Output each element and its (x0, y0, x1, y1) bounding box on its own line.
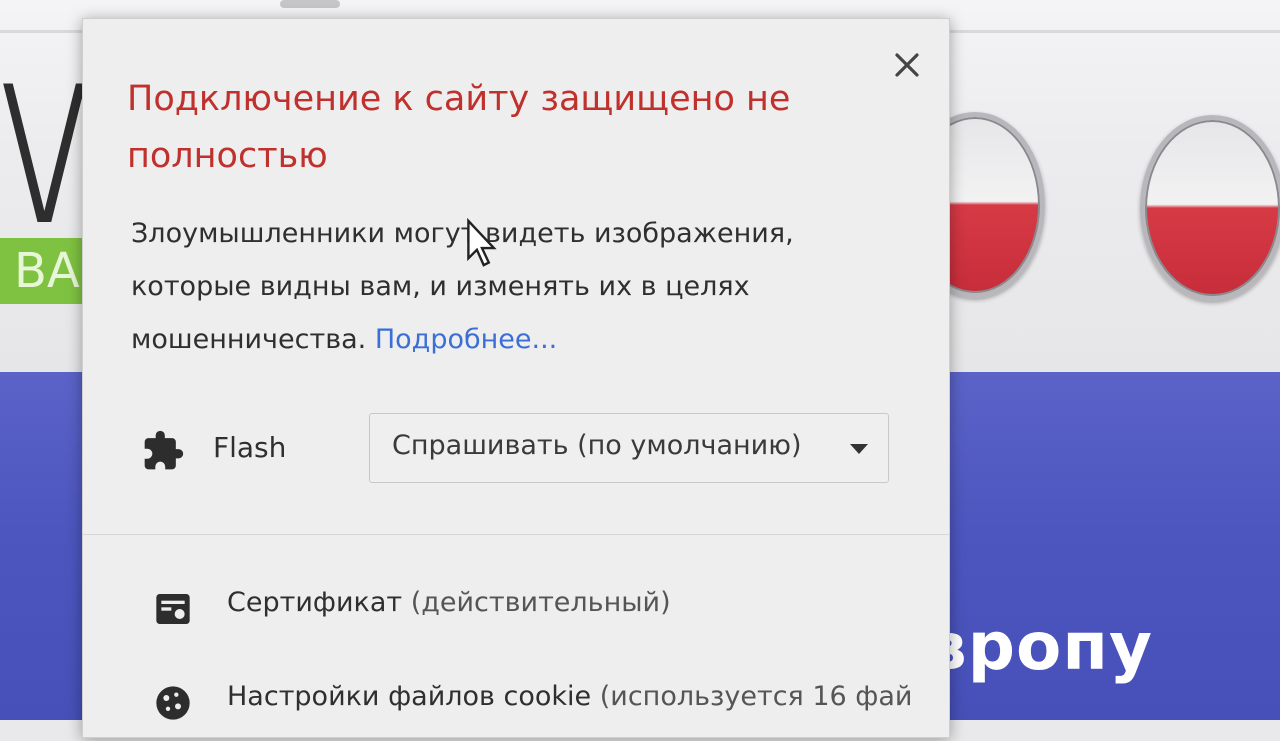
flag-button[interactable] (1140, 115, 1280, 301)
certificate-label: Сертификат (227, 587, 403, 618)
permission-row-flash: Flash Спрашивать (по умолчанию) (139, 413, 899, 497)
cookie-label-group: Настройки файлов cookie (используется 16… (227, 681, 912, 712)
learn-more-link[interactable]: Подробнее... (375, 324, 557, 355)
certificate-label-group: Сертификат (действительный) (227, 587, 671, 618)
section-divider (83, 534, 949, 535)
cookie-status: (используется 16 фай (599, 681, 913, 712)
select-value: Спрашивать (по умолчанию) (392, 430, 802, 461)
close-icon (895, 53, 919, 77)
certificate-item[interactable]: Сертификат (действительный) (153, 587, 953, 647)
certificate-status: (действительный) (410, 587, 671, 618)
flash-permission-select[interactable]: Спрашивать (по умолчанию) (369, 413, 889, 483)
chevron-down-icon (850, 444, 868, 454)
close-button[interactable] (889, 47, 925, 83)
hero-headline: вропу (925, 608, 1153, 685)
puzzle-icon (144, 430, 184, 470)
page-top-element (280, 0, 340, 8)
connection-warning-title: Подключение к сайту защищено не полность… (127, 79, 791, 176)
cookie-label: Настройки файлов cookie (227, 681, 592, 712)
cookie-settings-item[interactable]: Настройки файлов cookie (используется 16… (153, 681, 953, 741)
permission-label: Flash (213, 431, 287, 464)
cookie-icon (156, 686, 190, 720)
mouse-pointer-icon (467, 217, 497, 267)
certificate-icon (156, 594, 190, 624)
cookie-label-clip: Настройки файлов cookie (используется 16… (227, 681, 967, 741)
site-info-popup: Подключение к сайту защищено не полность… (82, 18, 950, 738)
